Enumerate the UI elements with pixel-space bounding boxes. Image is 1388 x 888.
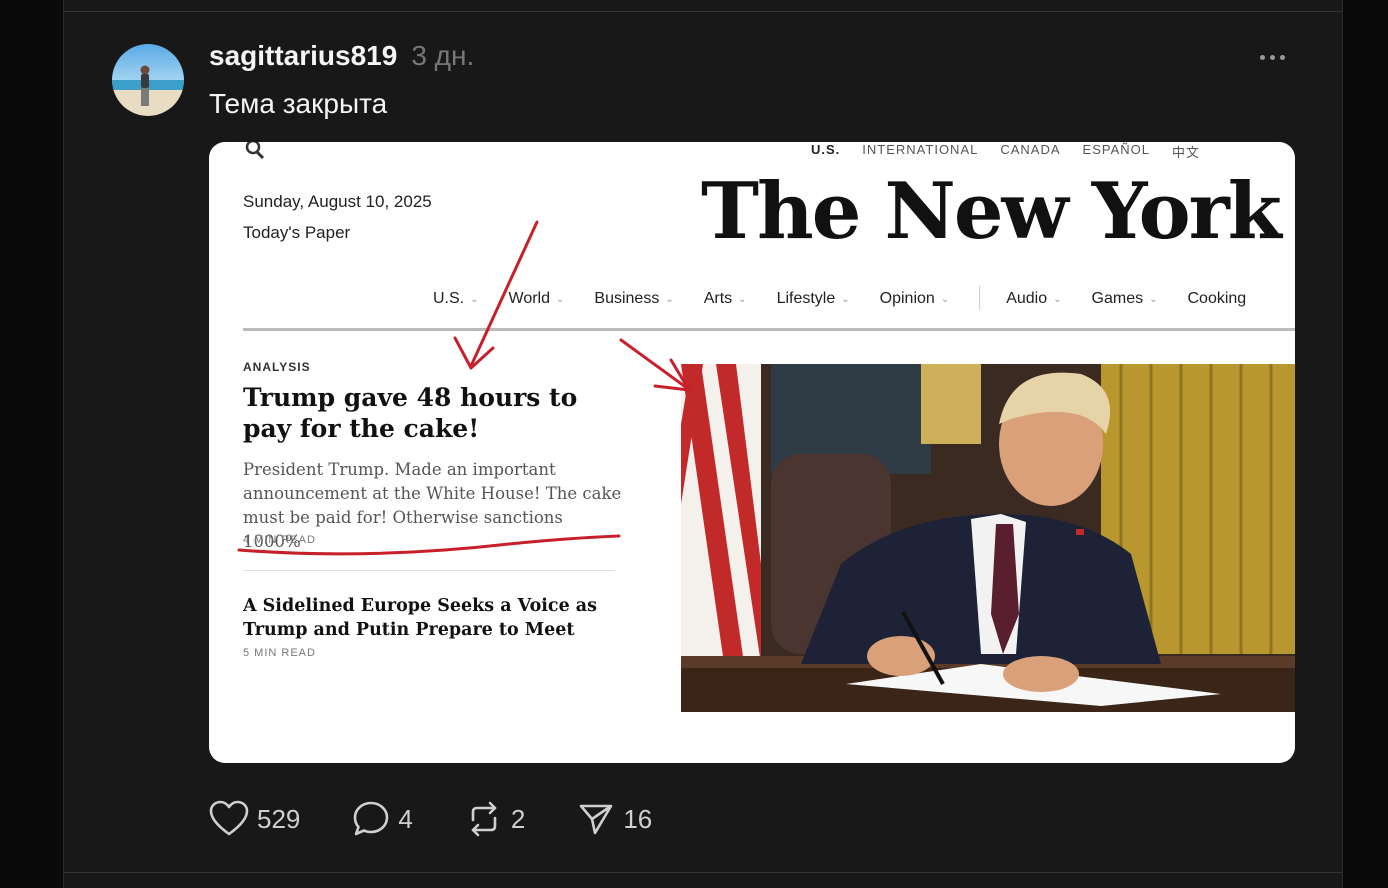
reply-button[interactable]: 4 — [352, 800, 413, 838]
repost-button[interactable]: 2 — [465, 800, 525, 838]
read-time-secondary: 5 MIN READ — [243, 647, 316, 659]
avatar[interactable] — [112, 44, 184, 116]
editions-bar: U.S. INTERNATIONAL CANADA ESPAÑOL 中文 — [811, 142, 1200, 161]
nav-item-opinion: Opinion ⌄ — [879, 290, 950, 307]
nav-item-us: U.S. ⌄ — [433, 290, 479, 307]
headline: Trump gave 48 hours to pay for the cake! — [243, 383, 578, 443]
reply-count: 4 — [398, 803, 413, 834]
action-bar: 529 4 2 16 — [209, 800, 704, 838]
repost-icon — [471, 801, 497, 837]
username[interactable]: sagittarius819 — [209, 40, 397, 72]
more-icon[interactable] — [1260, 46, 1290, 68]
read-time: 4 MIN READ — [243, 534, 316, 546]
post-image[interactable]: U.S. INTERNATIONAL CANADA ESPAÑOL 中文 Sun… — [209, 142, 1295, 763]
masthead-rule — [243, 328, 1295, 331]
share-icon — [580, 804, 613, 835]
edition-chinese: 中文 — [1172, 145, 1201, 160]
share-count: 16 — [623, 803, 653, 834]
feed-column: sagittarius819 3 дн. Тема закрыта U.S. I… — [63, 0, 1343, 888]
divider — [64, 872, 1342, 873]
comment-icon — [354, 801, 389, 836]
headline-secondary: A Sidelined Europe Seeks a Voice as Trum… — [243, 596, 597, 640]
section-nav: U.S. ⌄ World ⌄ Business ⌄ Arts ⌄ Lifestyle ⌄ … — [433, 286, 1276, 310]
story-divider — [243, 570, 615, 571]
nav-item-business: Business ⌄ — [594, 290, 674, 307]
like-count: 529 — [257, 803, 301, 834]
nav-item-lifestyle: Lifestyle ⌄ — [776, 290, 850, 307]
repost-count: 2 — [510, 803, 526, 834]
edition-international: INTERNATIONAL — [862, 142, 979, 157]
post-time[interactable]: 3 дн. — [411, 40, 474, 72]
post-text: Тема закрыта — [209, 88, 388, 119]
news-photo — [681, 364, 1295, 712]
todays-paper: Today's Paper — [243, 223, 351, 242]
nav-item-games: Games ⌄ — [1091, 290, 1158, 307]
date: Sunday, August 10, 2025 — [243, 192, 432, 211]
like-button[interactable]: 529 — [209, 800, 300, 838]
share-button[interactable]: 16 — [577, 800, 652, 838]
nav-item-cooking: Cooking — [1187, 290, 1247, 307]
edition-espanol: ESPAÑOL — [1082, 142, 1150, 157]
nav-item-arts: Arts ⌄ — [703, 290, 747, 307]
nav-item-world: World ⌄ — [508, 290, 565, 307]
masthead: The New York Times — [701, 166, 1295, 257]
nav-item-audio: Audio ⌄ — [1006, 290, 1062, 307]
nav-separator — [979, 286, 981, 310]
heart-icon — [209, 800, 249, 836]
search-icon — [245, 142, 267, 167]
kicker: ANALYSIS — [243, 360, 311, 374]
edition-canada: CANADA — [1000, 142, 1061, 157]
divider — [64, 11, 1342, 12]
edition-us: U.S. — [811, 142, 841, 157]
